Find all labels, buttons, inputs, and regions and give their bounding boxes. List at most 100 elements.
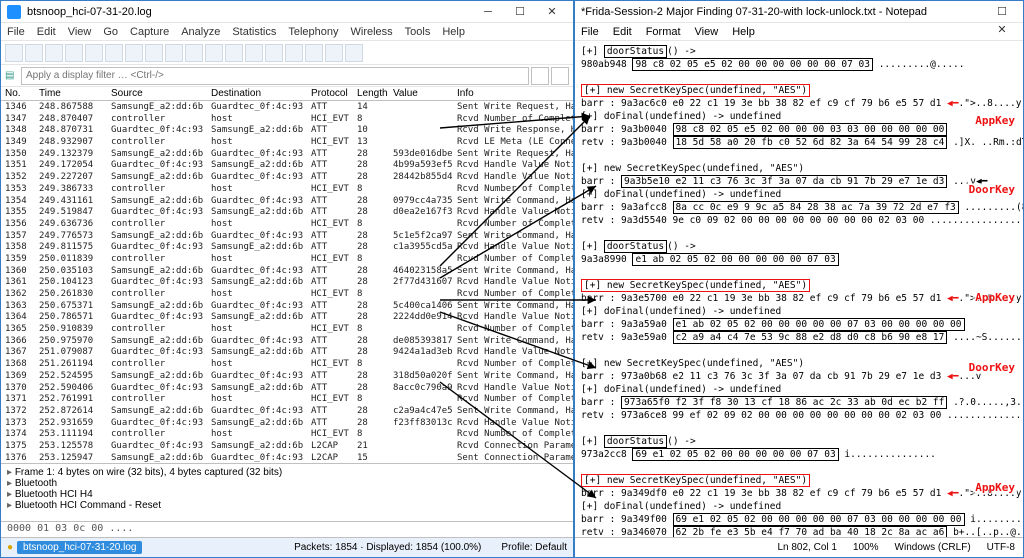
toolbar-button-16[interactable]: [325, 44, 343, 62]
packet-bytes-pane[interactable]: 0000 01 03 0c 00 ....: [1, 521, 573, 537]
filter-apply-button[interactable]: [551, 67, 569, 85]
packet-row[interactable]: 1362250.261830controllerhostHCI_EVT8Rcvd…: [1, 288, 573, 300]
col-info[interactable]: Info: [453, 87, 573, 100]
status-profile[interactable]: Profile: Default: [501, 542, 567, 553]
packet-row[interactable]: 1352249.227207SamsungE_a2:dd:6b (…Guardt…: [1, 171, 573, 183]
maximize-button[interactable]: ☐: [987, 3, 1017, 21]
menu-statistics[interactable]: Statistics: [232, 26, 276, 38]
packet-row[interactable]: 1370252.590406Guardtec_0f:4c:93 (…Samsun…: [1, 382, 573, 394]
toolbar-button-0[interactable]: [5, 44, 23, 62]
menu-format[interactable]: Format: [646, 26, 681, 38]
packet-row[interactable]: 1376253.125947SamsungE_a2:dd:6b (…Guardt…: [1, 452, 573, 463]
col-value[interactable]: Value: [389, 87, 453, 100]
detail-item[interactable]: Bluetooth HCI H4: [7, 489, 567, 500]
toolbar-button-3[interactable]: [65, 44, 83, 62]
packet-details-pane[interactable]: Frame 1: 4 bytes on wire (32 bits), 4 by…: [1, 463, 573, 521]
toolbar-button-13[interactable]: [265, 44, 283, 62]
packet-row[interactable]: 1353249.386733controllerhostHCI_EVT8Rcvd…: [1, 183, 573, 195]
toolbar-button-17[interactable]: [345, 44, 363, 62]
toolbar-button-12[interactable]: [245, 44, 263, 62]
menu-edit[interactable]: Edit: [613, 26, 632, 38]
packet-row[interactable]: 1360250.035103SamsungE_a2:dd:6b (…Guardt…: [1, 265, 573, 277]
menu-help[interactable]: Help: [732, 26, 755, 38]
packet-row[interactable]: 1350249.132379SamsungE_a2:dd:6b (…Guardt…: [1, 148, 573, 160]
packet-list[interactable]: 1346248.867588SamsungE_a2:dd:6b (…Guardt…: [1, 101, 573, 463]
packet-row[interactable]: 1366250.975970SamsungE_a2:dd:6b (…Guardt…: [1, 335, 573, 347]
toolbar-button-9[interactable]: [185, 44, 203, 62]
packet-row[interactable]: 1369252.524595SamsungE_a2:dd:6b (…Guardt…: [1, 370, 573, 382]
menu-view[interactable]: View: [68, 26, 92, 38]
menu-help[interactable]: Help: [442, 26, 465, 38]
menu-telephony[interactable]: Telephony: [288, 26, 338, 38]
toolbar-button-14[interactable]: [285, 44, 303, 62]
col-len[interactable]: Length: [353, 87, 389, 100]
packet-row[interactable]: 1349248.932907controllerhostHCI_EVT13Rcv…: [1, 136, 573, 148]
packet-row[interactable]: 1367251.079087Guardtec_0f:4c:93 (…Samsun…: [1, 346, 573, 358]
packet-row[interactable]: 1372252.872614SamsungE_a2:dd:6b (…Guardt…: [1, 405, 573, 417]
toolbar-button-10[interactable]: [205, 44, 223, 62]
notepad-text-area[interactable]: AppKeyDoorKeyAppKeyDoorKeyAppKey[+] door…: [575, 41, 1023, 537]
packet-row[interactable]: 1375253.125578Guardtec_0f:4c:93 (…Samsun…: [1, 440, 573, 452]
filter-clear-button[interactable]: [531, 67, 549, 85]
col-time[interactable]: Time: [35, 87, 107, 100]
status-packets: Packets: 1854 · Displayed: 1854 (100.0%): [294, 542, 481, 553]
col-no[interactable]: No.: [1, 87, 35, 100]
packet-row[interactable]: 1347248.870407controllerhostHCI_EVT8Rcvd…: [1, 113, 573, 125]
packet-row[interactable]: 1354249.431161SamsungE_a2:dd:6b (…Guardt…: [1, 195, 573, 207]
menu-file[interactable]: File: [7, 26, 25, 38]
toolbar-button-11[interactable]: [225, 44, 243, 62]
menu-analyze[interactable]: Analyze: [181, 26, 220, 38]
notepad-titlebar[interactable]: *Frida-Session-2 Major Finding 07-31-20-…: [575, 1, 1023, 23]
packet-row[interactable]: 1348248.870731Guardtec_0f:4c:93 (…Samsun…: [1, 124, 573, 136]
packet-row[interactable]: 1356249.636736controllerhostHCI_EVT8Rcvd…: [1, 218, 573, 230]
packet-row[interactable]: 1357249.776573SamsungE_a2:dd:6b (…Guardt…: [1, 230, 573, 242]
status-file[interactable]: btsnoop_hci-07-31-20.log: [17, 541, 142, 554]
toolbar-button-6[interactable]: [125, 44, 143, 62]
toolbar-button-7[interactable]: [145, 44, 163, 62]
toolbar-button-4[interactable]: [85, 44, 103, 62]
detail-item[interactable]: Bluetooth HCI Command - Reset: [7, 500, 567, 511]
menu-view[interactable]: View: [695, 26, 719, 38]
text-line: barr : 9a3b0040 98 c8 02 05 e5 02 00 00 …: [581, 123, 1017, 136]
display-filter-input[interactable]: [21, 67, 529, 85]
toolbar-button-8[interactable]: [165, 44, 183, 62]
packet-row[interactable]: 1358249.811575Guardtec_0f:4c:93 (…Samsun…: [1, 241, 573, 253]
packet-row[interactable]: 1346248.867588SamsungE_a2:dd:6b (…Guardt…: [1, 101, 573, 113]
packet-row[interactable]: 1368251.261194controllerhostHCI_EVT8Rcvd…: [1, 358, 573, 370]
text-line: [+] doFinal(undefined) -> undefined: [581, 500, 1017, 513]
detail-item[interactable]: Bluetooth: [7, 478, 567, 489]
toolbar-button-2[interactable]: [45, 44, 63, 62]
detail-item[interactable]: Frame 1: 4 bytes on wire (32 bits), 4 by…: [7, 467, 567, 478]
menu-capture[interactable]: Capture: [130, 26, 169, 38]
bookmark-icon[interactable]: ▤: [5, 70, 21, 81]
packet-row[interactable]: 1351249.172054Guardtec_0f:4c:93 (…Samsun…: [1, 159, 573, 171]
packet-list-header[interactable]: No. Time Source Destination Protocol Len…: [1, 87, 573, 101]
menu-tools[interactable]: Tools: [405, 26, 431, 38]
packet-row[interactable]: 1361250.104123Guardtec_0f:4c:93 (…Samsun…: [1, 276, 573, 288]
packet-row[interactable]: 1364250.786571Guardtec_0f:4c:93 (…Samsun…: [1, 311, 573, 323]
wireshark-titlebar[interactable]: btsnoop_hci-07-31-20.log ─ ☐ ✕: [1, 1, 573, 23]
packet-row[interactable]: 1359250.011839controllerhostHCI_EVT8Rcvd…: [1, 253, 573, 265]
packet-row[interactable]: 1363250.675371SamsungE_a2:dd:6b (…Guardt…: [1, 300, 573, 312]
menu-edit[interactable]: Edit: [37, 26, 56, 38]
close-button[interactable]: ✕: [537, 3, 567, 21]
toolbar-button-5[interactable]: [105, 44, 123, 62]
text-line: [+] new SecretKeySpec(undefined, "AES"): [581, 474, 1017, 487]
col-dest[interactable]: Destination: [207, 87, 307, 100]
packet-row[interactable]: 1373252.931659Guardtec_0f:4c:93 (…Samsun…: [1, 417, 573, 429]
maximize-button[interactable]: ☐: [505, 3, 535, 21]
packet-row[interactable]: 1371252.761991controllerhostHCI_EVT8Rcvd…: [1, 393, 573, 405]
text-line: [+] new SecretKeySpec(undefined, "AES"): [581, 84, 1017, 97]
col-proto[interactable]: Protocol: [307, 87, 353, 100]
packet-row[interactable]: 1355249.519847Guardtec_0f:4c:93 (…Samsun…: [1, 206, 573, 218]
toolbar-button-1[interactable]: [25, 44, 43, 62]
packet-row[interactable]: 1374253.111194controllerhostHCI_EVT8Rcvd…: [1, 428, 573, 440]
minimize-button[interactable]: ─: [473, 3, 503, 21]
packet-row[interactable]: 1365250.910839controllerhostHCI_EVT8Rcvd…: [1, 323, 573, 335]
toolbar-button-15[interactable]: [305, 44, 323, 62]
expert-info-icon[interactable]: ●: [7, 542, 13, 553]
col-source[interactable]: Source: [107, 87, 207, 100]
menu-wireless[interactable]: Wireless: [351, 26, 393, 38]
menu-file[interactable]: File: [581, 26, 599, 38]
menu-go[interactable]: Go: [103, 26, 118, 38]
